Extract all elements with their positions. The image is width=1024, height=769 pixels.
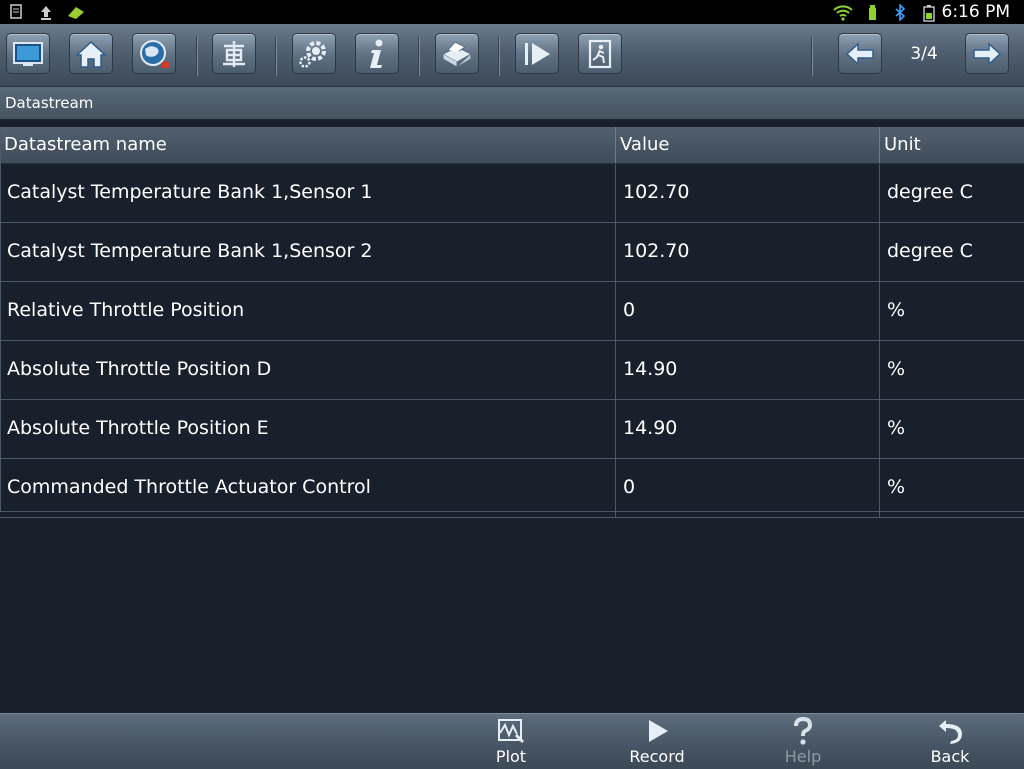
clock: 6:16 PM [941, 2, 1011, 22]
datastream-value-cell: 14.90 [615, 400, 879, 458]
record-label: Record [629, 747, 685, 766]
datastream-name-cell: Relative Throttle Position [7, 299, 245, 321]
toolbar-separator [498, 36, 500, 76]
plot-graph-icon [498, 719, 525, 744]
table-row[interactable]: Catalyst Temperature Bank 1,Sensor 1 102… [0, 164, 1024, 223]
datastream-value-cell: 14.90 [615, 341, 879, 399]
notification-device-icon [10, 4, 22, 19]
home-button[interactable] [69, 33, 113, 74]
vehicle-character-icon [223, 40, 245, 67]
help-question-icon [794, 717, 813, 745]
back-label: Back [930, 747, 970, 766]
printer-icon [441, 40, 473, 68]
home-icon [75, 40, 107, 68]
help-label: Help [784, 747, 822, 766]
info-button[interactable] [355, 33, 399, 74]
app-notification-icon [68, 7, 84, 19]
wifi-icon [833, 5, 853, 21]
battery-icon [923, 5, 935, 22]
plot-button[interactable]: Plot [471, 714, 551, 769]
datastream-unit-cell: % [879, 459, 1024, 517]
record-play-icon [649, 720, 668, 742]
run-button[interactable] [515, 33, 559, 74]
previous-page-button[interactable] [838, 33, 882, 74]
table-header: Datastream name Value Unit [0, 127, 1024, 164]
back-arrow-icon [939, 720, 962, 744]
play-step-icon [525, 42, 550, 65]
toolbar-separator [811, 36, 813, 76]
toolbar-separator [418, 36, 420, 76]
datastream-value-cell: 0 [615, 282, 879, 340]
arrow-right-icon [973, 41, 1002, 66]
datastream-name-cell: Catalyst Temperature Bank 1,Sensor 2 [7, 240, 373, 262]
table-row[interactable]: Catalyst Temperature Bank 1,Sensor 2 102… [0, 223, 1024, 282]
info-icon [370, 39, 383, 68]
online-update-button[interactable] [132, 33, 176, 74]
globe-icon [140, 39, 169, 68]
datastream-unit-cell: % [879, 282, 1024, 340]
toolbar-separator [196, 36, 198, 76]
monitor-icon [13, 41, 43, 66]
status-bar: 6:16 PM [0, 0, 1024, 24]
record-button[interactable]: Record [617, 714, 697, 769]
arrow-left-icon [845, 41, 874, 66]
usb-icon [869, 5, 876, 20]
datastream-name-cell: Absolute Throttle Position D [7, 358, 272, 380]
settings-button[interactable] [292, 33, 336, 74]
exit-button[interactable] [578, 33, 622, 74]
next-page-button[interactable] [965, 33, 1009, 74]
table-row[interactable]: Absolute Throttle Position D 14.90 % [0, 341, 1024, 400]
datastream-unit-cell: % [879, 400, 1024, 458]
display-button[interactable] [6, 33, 50, 74]
datastream-name-cell: Absolute Throttle Position E [7, 417, 269, 439]
print-button[interactable] [435, 33, 479, 74]
datastream-table: Datastream name Value Unit Catalyst Temp… [0, 127, 1024, 518]
plot-label: Plot [495, 747, 527, 766]
datastream-unit-cell: degree C [879, 164, 1024, 222]
bottom-action-bar: Plot Record Help Back [0, 713, 1024, 769]
gear-icon [299, 40, 326, 68]
column-header-name: Datastream name [4, 134, 167, 155]
exit-door-icon [588, 39, 612, 68]
breadcrumb-title: Datastream [5, 94, 94, 112]
toolbar-separator [275, 36, 277, 76]
toolbar: 3/4 [0, 24, 1024, 87]
table-row[interactable]: Relative Throttle Position 0 % [0, 282, 1024, 341]
table-row[interactable]: Commanded Throttle Actuator Control 0 % [0, 459, 1024, 518]
datastream-value-cell: 102.70 [615, 164, 879, 222]
table-row[interactable]: Absolute Throttle Position E 14.90 % [0, 400, 1024, 459]
column-header-unit: Unit [879, 127, 1024, 163]
bluetooth-icon [895, 4, 906, 21]
datastream-value-cell: 0 [615, 459, 879, 517]
help-button[interactable]: Help [763, 714, 843, 769]
datastream-unit-cell: degree C [879, 223, 1024, 281]
back-button[interactable]: Back [910, 714, 990, 769]
column-header-value: Value [615, 127, 879, 163]
breadcrumb: Datastream [0, 87, 1024, 121]
upload-icon [41, 6, 51, 20]
datastream-value-cell: 102.70 [615, 223, 879, 281]
datastream-name-cell: Commanded Throttle Actuator Control [7, 476, 371, 498]
vehicle-button[interactable] [212, 33, 256, 74]
datastream-unit-cell: % [879, 341, 1024, 399]
datastream-name-cell: Catalyst Temperature Bank 1,Sensor 1 [7, 181, 373, 203]
page-indicator: 3/4 [910, 44, 938, 64]
